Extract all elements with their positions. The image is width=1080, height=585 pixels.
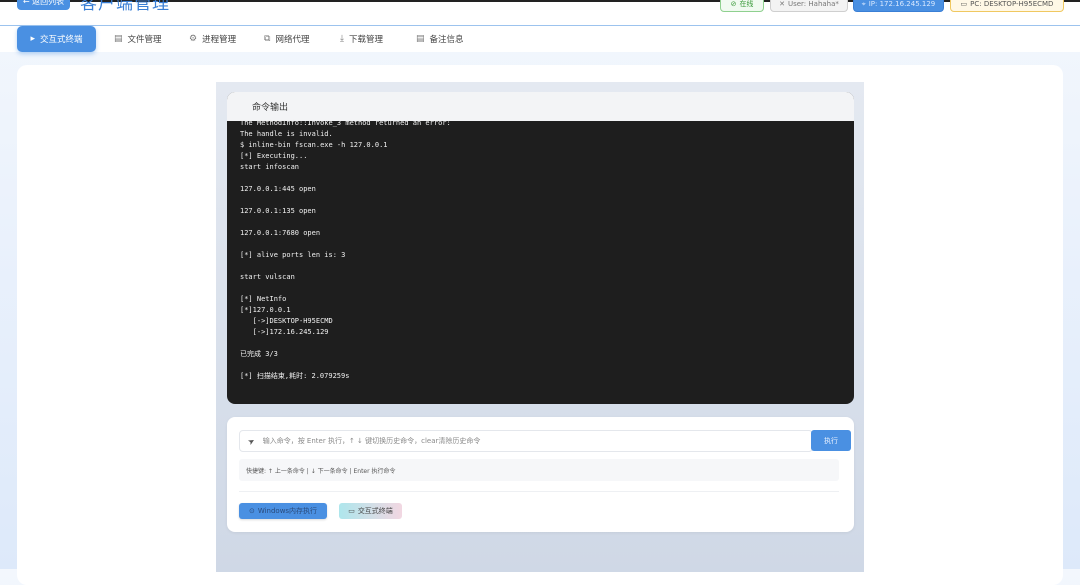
tab-bar: ▸ 交互式终端 ▤ 文件管理 ⚙ 进程管理 ⧉ 网络代理 ⤓ 下载管理 ▤ 备注…: [0, 26, 1080, 52]
pc-text: PC: DESKTOP-H95ECMD: [970, 0, 1054, 8]
terminal-line: 127.0.0.1:135 open: [240, 207, 316, 215]
terminal-line: [*]127.0.0.1: [240, 306, 291, 314]
monitor-icon: ▭: [960, 0, 968, 8]
tab-terminal[interactable]: ▸ 交互式终端: [17, 26, 96, 52]
button-label: Windows内存执行: [257, 507, 318, 515]
terminal-icon: ▸: [30, 34, 35, 44]
tab-label: 进程管理: [202, 35, 237, 45]
download-icon: ⤓: [340, 34, 344, 44]
terminal-line: [*] alive ports len is: 3: [240, 251, 346, 259]
interactive-terminal-button[interactable]: ▭ 交互式终端: [339, 503, 402, 519]
shortcut-hint: 快捷键: ↑ 上一条命令 | ↓ 下一条命令 | Enter 执行命令: [239, 459, 839, 481]
tab-proxy[interactable]: ⧉ 网络代理: [264, 26, 309, 52]
terminal-line: $ inline-bin fscan.exe -h 127.0.0.1: [240, 141, 388, 149]
tab-label: 网络代理: [275, 35, 310, 45]
send-icon: ➤: [246, 435, 257, 447]
user-text: User: Hahaha*: [787, 0, 839, 8]
tab-downloads[interactable]: ⤓ 下载管理: [340, 26, 383, 52]
ip-badge: ⌖ IP: 172.16.245.129: [853, 0, 944, 12]
tab-label: 文件管理: [127, 35, 162, 45]
tab-label: 交互式终端: [40, 35, 83, 45]
network-icon: ⧉: [264, 34, 271, 44]
command-output-card: 命令输出 The MethodInfo::Invoke_3 method ret…: [227, 92, 854, 404]
tab-processes[interactable]: ⚙ 进程管理: [189, 26, 236, 52]
output-header: 命令输出: [227, 92, 854, 121]
check-circle-icon: ⊘: [730, 0, 737, 8]
button-label: 交互式终端: [357, 507, 393, 515]
terminal-line: [->]DESKTOP-H95ECMD: [240, 317, 333, 325]
page-title: 客户端管理: [80, 0, 170, 14]
terminal-line: [->]172.16.245.129: [240, 328, 329, 336]
terminal-line: [*] Executing...: [240, 152, 308, 160]
gear-icon: ⚙: [189, 34, 198, 44]
status-text: 在线: [739, 0, 754, 8]
tab-label: 备注信息: [429, 35, 464, 45]
user-icon: ✕: [779, 0, 785, 8]
terminal-line: The MethodInfo::Invoke_3 method returned…: [240, 119, 451, 127]
terminal-line: 已完成 3/3: [240, 350, 278, 358]
terminal-line: [*] NetInfo: [240, 295, 287, 303]
terminal-line: 127.0.0.1:7680 open: [240, 229, 321, 237]
pc-badge: ▭ PC: DESKTOP-H95ECMD: [950, 0, 1064, 12]
user-badge: ✕ User: Hahaha*: [770, 0, 848, 12]
top-header: ← 返回列表 客户端管理 ⊘ 在线 ✕ User: Hahaha* ⌖ IP: …: [0, 0, 1080, 26]
execute-button[interactable]: 执行: [811, 430, 851, 451]
status-badge: ⊘ 在线: [720, 0, 764, 12]
divider: [239, 491, 839, 492]
terminal-line: The handle is invalid.: [240, 130, 333, 138]
tab-files[interactable]: ▤ 文件管理: [114, 26, 162, 52]
tab-notes[interactable]: ▤ 备注信息: [416, 26, 464, 52]
terminal-output[interactable]: The MethodInfo::Invoke_3 method returned…: [240, 118, 840, 398]
back-to-list-button[interactable]: ← 返回列表: [17, 0, 70, 10]
command-card: ➤ 执行 快捷键: ↑ 上一条命令 | ↓ 下一条命令 | Enter 执行命令…: [227, 417, 854, 532]
file-icon: ▤: [114, 34, 123, 44]
command-input-wrapper: ➤: [239, 430, 813, 452]
terminal-line: 127.0.0.1:445 open: [240, 185, 316, 193]
terminal-line: start vulscan: [240, 273, 295, 281]
tab-label: 下载管理: [348, 35, 383, 45]
note-icon: ▤: [416, 34, 425, 44]
output-title: 命令输出: [252, 103, 289, 113]
pin-icon: ⌖: [861, 0, 866, 8]
play-icon: ⊙: [248, 507, 255, 515]
ip-text: IP: 172.16.245.129: [868, 0, 936, 8]
terminal-line: [*] 扫描结束,耗时: 2.079259s: [240, 372, 350, 380]
terminal-line: start infoscan: [240, 163, 300, 171]
windows-memory-exec-button[interactable]: ⊙ Windows内存执行: [239, 503, 327, 519]
monitor-icon: ▭: [348, 507, 355, 515]
command-input[interactable]: [260, 436, 812, 446]
